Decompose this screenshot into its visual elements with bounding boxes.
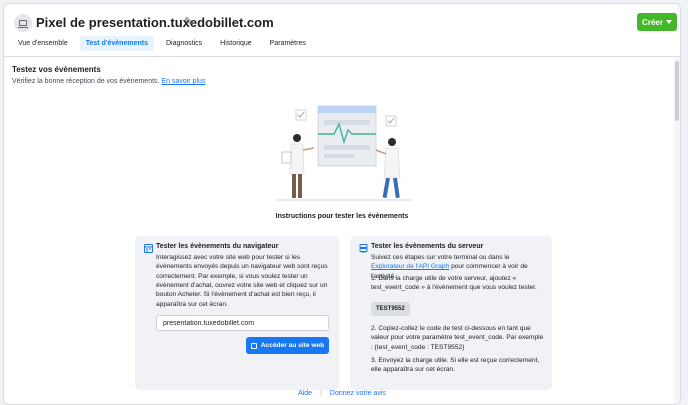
footer-separator: | — [320, 390, 322, 397]
create-button-label: Créer — [642, 17, 663, 27]
events-manager-panel: Pixel de presentation.tuxedobillet.com ✎… — [3, 3, 681, 405]
monitor-icon — [14, 14, 32, 32]
tab-diagnostics[interactable]: Diagnostics — [160, 36, 208, 51]
create-button[interactable]: Créer — [637, 13, 677, 31]
browser-events-card: Tester les évènements du navigateur Inte… — [135, 236, 339, 390]
browser-card-text: Interagissez avec votre site web pour te… — [156, 254, 328, 308]
footer: Aide | Donnez votre avis — [4, 390, 680, 397]
server-icon — [359, 244, 368, 253]
help-link[interactable]: Aide — [298, 390, 312, 397]
test-code-badge[interactable]: TEST9552 — [371, 302, 410, 316]
tab-history[interactable]: Historique — [214, 36, 258, 51]
tab-test-events[interactable]: Test d'évènements — [79, 36, 154, 51]
tab-bar: Vue d'ensemble Test d'évènements Diagnos… — [12, 36, 312, 51]
section-description: Vérifiez la bonne réception de vos évène… — [12, 78, 205, 85]
instructions-title: Instructions pour tester les évènements — [275, 213, 409, 220]
open-website-button[interactable]: Accéder au site web — [246, 337, 329, 354]
feedback-link[interactable]: Donnez votre avis — [330, 390, 386, 397]
server-step-1: 1. Dans la charge utile de votre serveur… — [371, 275, 537, 292]
learn-more-link[interactable]: En savoir plus — [161, 78, 205, 85]
caret-down-icon — [665, 20, 672, 24]
intro-text: Suivez ces étapes sur votre terminal ou … — [371, 254, 510, 261]
page-title: Pixel de presentation.tuxedobillet.com — [36, 15, 274, 30]
testing-illustration — [276, 105, 412, 201]
server-card-title: Tester les évènements du serveur — [371, 243, 484, 250]
pencil-icon[interactable]: ✎ — [184, 15, 193, 28]
server-events-card: Tester les évènements du serveur Suivez … — [350, 236, 552, 390]
browser-card-title: Tester les évènements du navigateur — [156, 243, 279, 250]
website-url-input[interactable] — [156, 315, 329, 331]
browser-icon — [144, 244, 153, 253]
header-divider — [4, 56, 680, 57]
tab-settings[interactable]: Paramètres — [264, 36, 312, 51]
graph-api-explorer-link[interactable]: Explorateur de l'API Graph — [371, 263, 449, 270]
section-title: Testez vos évènements — [12, 65, 101, 74]
external-link-icon — [250, 342, 257, 349]
open-website-label: Accéder au site web — [260, 342, 325, 349]
section-description-text: Vérifiez la bonne réception de vos évène… — [12, 78, 160, 85]
tab-overview[interactable]: Vue d'ensemble — [12, 36, 74, 51]
server-step-2: 2. Copiez-collez le code de test ci-dess… — [371, 325, 544, 351]
server-step-3: 3. Envoyez la charge utile. Si elle est … — [371, 357, 540, 374]
scrollbar[interactable] — [674, 57, 680, 404]
pixel-header: Pixel de presentation.tuxedobillet.com ✎… — [4, 4, 680, 56]
